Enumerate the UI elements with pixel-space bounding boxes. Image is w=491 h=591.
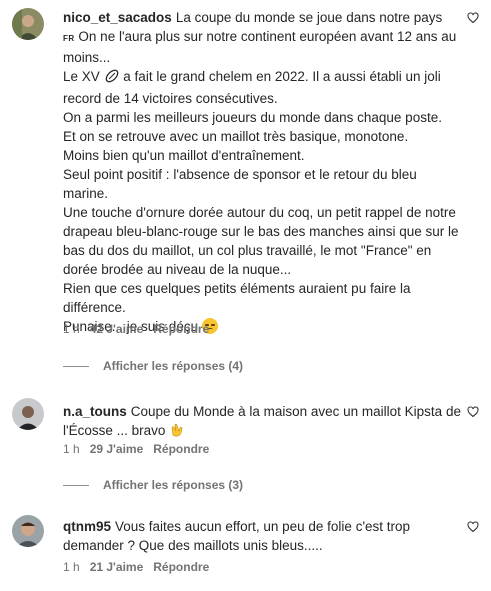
comment-text: qtnm95 Vous faites aucun effort, un peu d… [63,519,411,553]
divider [63,365,89,367]
reply-button[interactable]: Répondre [153,560,209,574]
heart-icon[interactable] [467,406,479,418]
divider [63,484,89,486]
timestamp: 1 h [63,560,80,574]
comment-text: nico_et_sacados La coupe du monde se joue… [63,10,459,334]
username[interactable]: nico_et_sacados [63,10,172,25]
comment-meta: 1 h 42 J'aime Répondre [63,322,209,336]
view-replies-button[interactable]: Afficher les réponses (4) [63,359,243,373]
timestamp: 1 h [63,322,80,336]
comment-text: n.a_touns Coupe du Monde à la maison avec… [63,402,463,443]
username[interactable]: n.a_touns [63,404,127,419]
avatar[interactable] [12,8,44,40]
avatar[interactable] [12,398,44,430]
timestamp: 1 h [63,442,80,456]
view-replies-button[interactable]: Afficher les réponses (3) [63,478,243,492]
heart-icon[interactable] [467,521,479,533]
heart-icon[interactable] [467,12,479,24]
likes-count[interactable]: 21 J'aime [90,560,144,574]
comment-meta: 1 h 29 J'aime Répondre [63,442,209,456]
likes-count[interactable]: 42 J'aime [90,322,144,336]
username[interactable]: qtnm95 [63,519,111,534]
comment-meta: 1 h 21 J'aime Répondre [63,560,209,574]
reply-button[interactable]: Répondre [153,322,209,336]
avatar[interactable] [12,515,44,547]
likes-count[interactable]: 29 J'aime [90,442,144,456]
flag-fr-icon: FR [63,34,75,43]
clapping-hands-emoji [169,422,185,443]
rugby-ball-icon [104,68,120,89]
reply-button[interactable]: Répondre [153,442,209,456]
